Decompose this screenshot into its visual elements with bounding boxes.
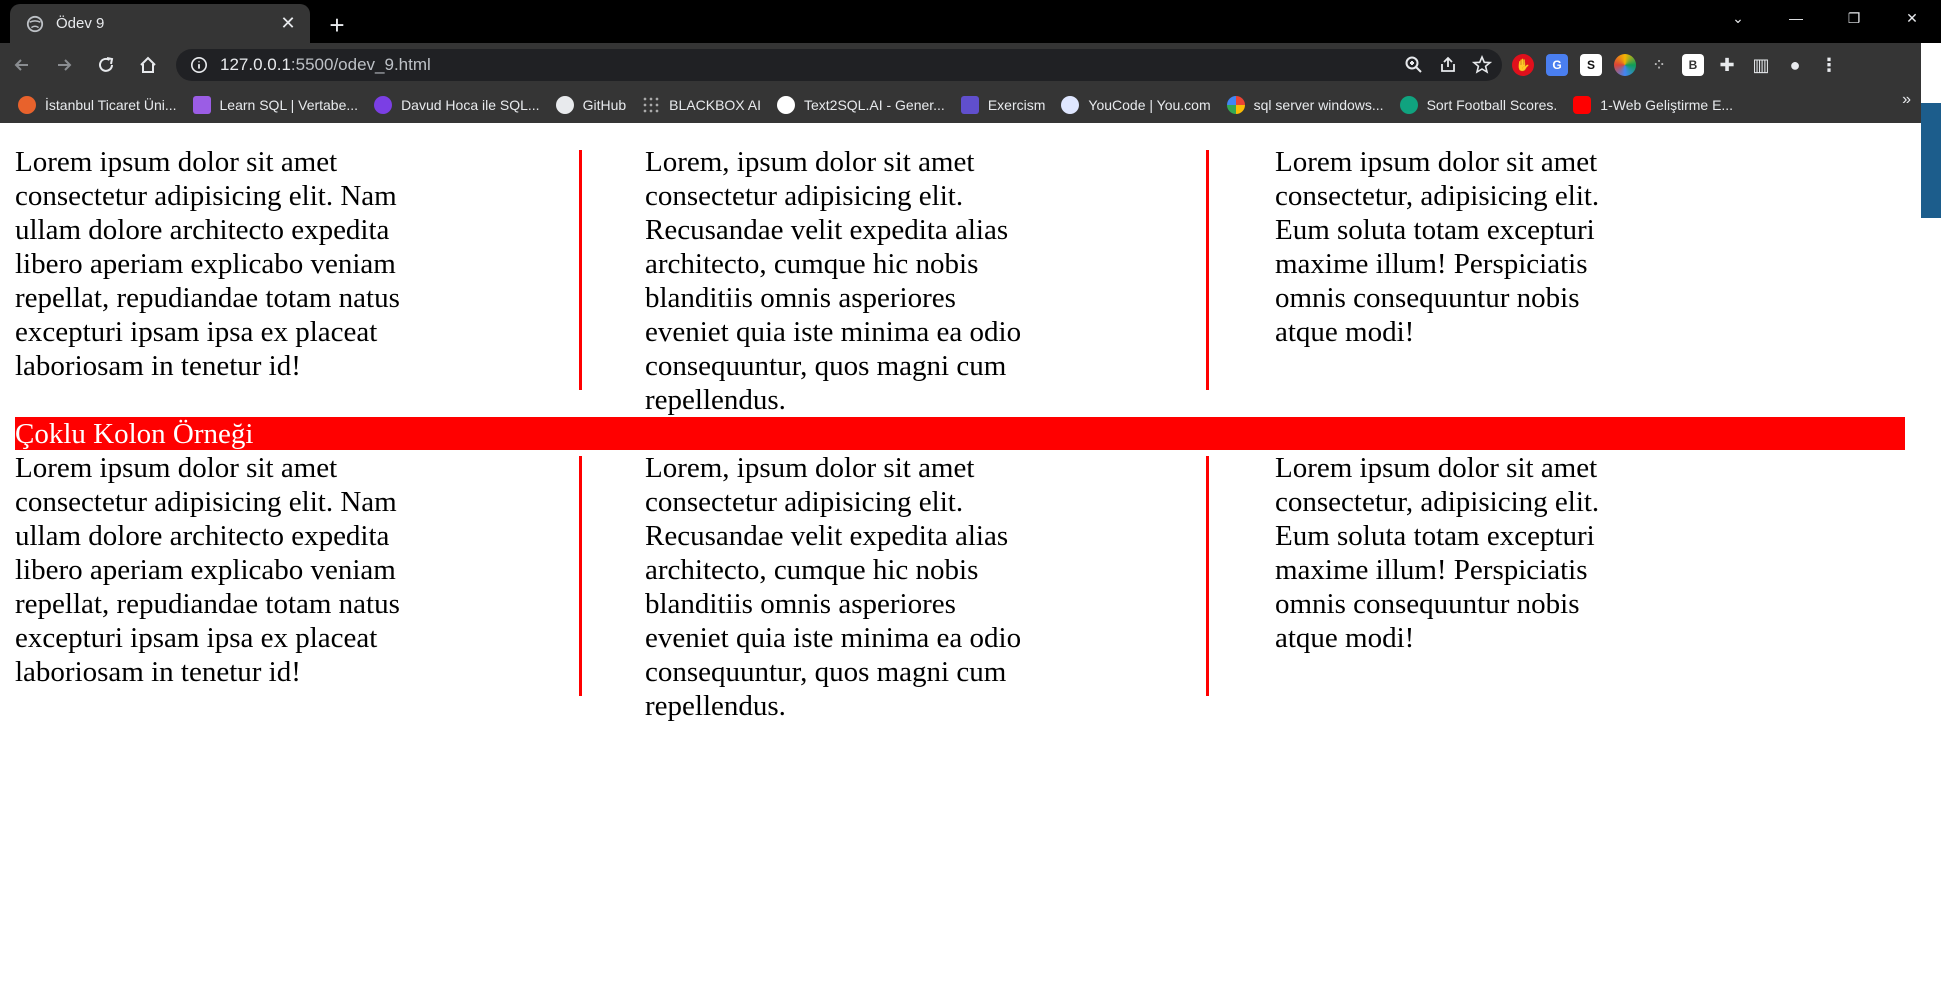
column-rule bbox=[579, 150, 582, 390]
address-bar[interactable]: 127.0.0.1:5500/odev_9.html bbox=[176, 49, 1502, 81]
back-icon[interactable] bbox=[2, 47, 42, 83]
color-extension-icon[interactable] bbox=[1614, 54, 1636, 76]
url-text: 127.0.0.1:5500/odev_9.html bbox=[220, 55, 431, 75]
tab-strip: Ödev 9 ✕ + ⌄ — ❐ ✕ bbox=[0, 0, 1941, 43]
globe-icon bbox=[26, 15, 44, 32]
column-text: Lorem, ipsum dolor sit amet consectetur … bbox=[645, 452, 1022, 722]
dots-extension-icon[interactable]: ⁘ bbox=[1648, 54, 1670, 76]
tab-title: Ödev 9 bbox=[56, 15, 105, 32]
bookmark-label: 1-Web Geliştirme E... bbox=[1600, 97, 1734, 113]
youtube-icon bbox=[1573, 96, 1592, 114]
bookmark-item[interactable]: BLACKBOX AI bbox=[634, 91, 769, 119]
column: Lorem ipsum dolor sit amet consectetur a… bbox=[15, 145, 645, 417]
extensions-icon[interactable]: ✚ bbox=[1716, 54, 1738, 76]
column-text: Lorem ipsum dolor sit amet consectetur a… bbox=[15, 452, 400, 688]
column-text: Lorem ipsum dolor sit amet consectetur, … bbox=[1275, 452, 1600, 654]
google-icon bbox=[1226, 96, 1245, 114]
bookmark-icon bbox=[960, 96, 979, 114]
side-panel-strip bbox=[1921, 43, 1941, 1006]
column: Lorem ipsum dolor sit amet consectetur, … bbox=[1275, 451, 1905, 723]
bookmark-item[interactable]: Learn SQL | Vertabe... bbox=[185, 91, 367, 119]
forward-icon[interactable] bbox=[44, 47, 84, 83]
column: Lorem, ipsum dolor sit amet consectetur … bbox=[645, 451, 1275, 723]
column: Lorem ipsum dolor sit amet consectetur, … bbox=[1275, 145, 1905, 417]
bookmark-label: İstanbul Ticaret Üni... bbox=[45, 97, 177, 113]
adblock-extension-icon[interactable]: ✋ bbox=[1512, 54, 1534, 76]
omnibox-actions bbox=[1404, 49, 1492, 81]
bookmark-label: Learn SQL | Vertabe... bbox=[219, 97, 359, 113]
browser-toolbar: 127.0.0.1:5500/odev_9.html ✋ G S ⁘ B ✚ ▥… bbox=[0, 43, 1941, 87]
url-path: :5500/odev_9.html bbox=[290, 55, 431, 74]
bookmark-icon bbox=[642, 96, 661, 114]
close-icon[interactable]: ✕ bbox=[274, 10, 302, 38]
menu-icon[interactable]: ⋮ bbox=[1818, 54, 1840, 76]
minimize-icon[interactable]: — bbox=[1767, 0, 1825, 36]
translate-extension-icon[interactable]: G bbox=[1546, 54, 1568, 76]
bookmark-item[interactable]: 1-Web Geliştirme E... bbox=[1565, 91, 1741, 119]
bookmark-item[interactable]: YouCode | You.com bbox=[1053, 91, 1218, 119]
column-rule bbox=[579, 456, 582, 696]
info-icon[interactable] bbox=[190, 56, 208, 74]
bookmark-label: Text2SQL.AI - Gener... bbox=[803, 97, 945, 113]
bookmarks-overflow-button[interactable]: » bbox=[1902, 91, 1911, 109]
s-extension-icon[interactable]: S bbox=[1580, 54, 1602, 76]
bookmark-label: Davud Hoca ile SQL... bbox=[401, 97, 540, 113]
bookmark-item[interactable]: Text2SQL.AI - Gener... bbox=[769, 91, 953, 119]
reload-icon[interactable] bbox=[86, 47, 126, 83]
zoom-icon[interactable] bbox=[1404, 55, 1424, 75]
star-icon[interactable] bbox=[1472, 55, 1492, 75]
extensions-area: ✋ G S ⁘ B ✚ ▥ ● ⋮ bbox=[1512, 49, 1840, 81]
url-host: 127.0.0.1 bbox=[220, 55, 291, 74]
bookmark-label: Exercism bbox=[987, 97, 1046, 113]
share-icon[interactable] bbox=[1438, 55, 1458, 75]
restore-icon[interactable]: ❐ bbox=[1825, 0, 1883, 36]
bookmarks-bar: İstanbul Ticaret Üni... Learn SQL | Vert… bbox=[0, 87, 1941, 123]
bookmark-item[interactable]: Davud Hoca ile SQL... bbox=[366, 91, 548, 119]
close-window-icon[interactable]: ✕ bbox=[1883, 0, 1941, 36]
b-extension-icon[interactable]: B bbox=[1682, 54, 1704, 76]
bookmark-label: YouCode | You.com bbox=[1088, 97, 1211, 113]
column-text: Lorem ipsum dolor sit amet consectetur, … bbox=[1275, 146, 1600, 348]
column: Lorem ipsum dolor sit amet consectetur a… bbox=[15, 451, 645, 723]
profile-icon[interactable]: ● bbox=[1784, 54, 1806, 76]
bookmark-label: GitHub bbox=[582, 97, 627, 113]
bookmark-label: BLACKBOX AI bbox=[669, 97, 761, 113]
bookmark-item[interactable]: GitHub bbox=[548, 91, 635, 119]
bookmark-icon bbox=[776, 96, 795, 114]
plus-icon[interactable]: + bbox=[320, 8, 354, 42]
side-panel-accent bbox=[1921, 103, 1941, 218]
bookmark-icon bbox=[1399, 96, 1418, 114]
bookmark-label: Sort Football Scores. bbox=[1426, 97, 1558, 113]
column-section: Lorem ipsum dolor sit amet consectetur a… bbox=[15, 451, 1905, 723]
bookmark-icon bbox=[374, 96, 393, 114]
page-heading: Çoklu Kolon Örneği bbox=[15, 417, 1905, 450]
bookmark-icon bbox=[1061, 96, 1080, 114]
bookmark-label: sql server windows... bbox=[1253, 97, 1384, 113]
bookmark-item[interactable]: Exercism bbox=[953, 91, 1054, 119]
bookmark-item[interactable]: İstanbul Ticaret Üni... bbox=[10, 91, 185, 119]
sidepanel-icon[interactable]: ▥ bbox=[1750, 54, 1772, 76]
column-rule bbox=[1206, 150, 1209, 390]
window-controls: ⌄ — ❐ ✕ bbox=[1709, 0, 1941, 36]
active-tab[interactable]: Ödev 9 ✕ bbox=[10, 4, 310, 43]
bookmark-item[interactable]: sql server windows... bbox=[1219, 91, 1392, 119]
column-text: Lorem ipsum dolor sit amet consectetur a… bbox=[15, 146, 400, 382]
chevron-down-icon[interactable]: ⌄ bbox=[1709, 0, 1767, 36]
page-content: Lorem ipsum dolor sit amet consectetur a… bbox=[0, 123, 1921, 1006]
column-section: Lorem ipsum dolor sit amet consectetur a… bbox=[15, 145, 1905, 417]
bookmark-icon bbox=[18, 96, 36, 114]
bookmark-icon bbox=[192, 96, 211, 114]
column: Lorem, ipsum dolor sit amet consectetur … bbox=[645, 145, 1275, 417]
github-icon bbox=[555, 96, 574, 114]
column-rule bbox=[1206, 456, 1209, 696]
column-text: Lorem, ipsum dolor sit amet consectetur … bbox=[645, 146, 1022, 416]
home-icon[interactable] bbox=[128, 47, 168, 83]
bookmark-item[interactable]: Sort Football Scores. bbox=[1392, 91, 1566, 119]
